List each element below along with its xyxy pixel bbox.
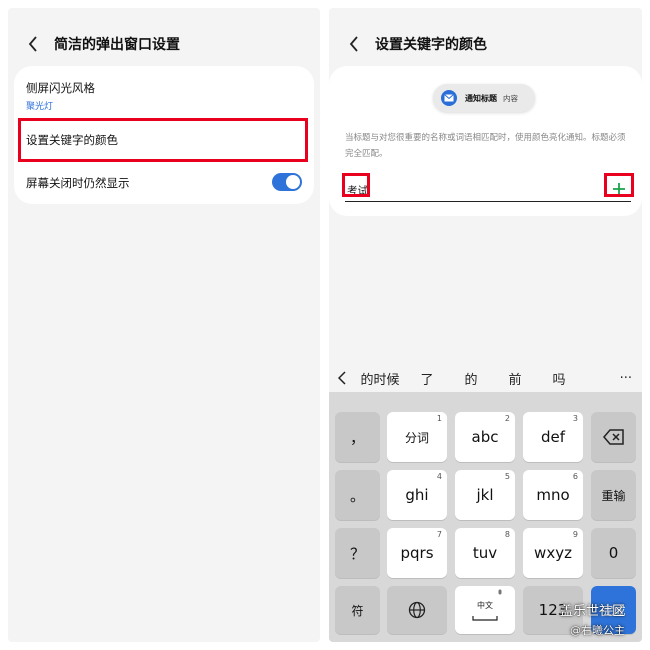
suggestion-item[interactable]: 前 [493, 369, 537, 388]
key-label: 0 [608, 544, 619, 562]
setting-edge-lighting-style[interactable]: 侧屏闪光风格 聚光灯 [26, 80, 302, 112]
suggestion-item[interactable]: 的 [449, 369, 493, 388]
key-9[interactable]: 9 wxyz [523, 528, 583, 578]
key-number: 5 [504, 472, 510, 481]
question-key[interactable]: ？ [335, 528, 380, 578]
key-label: 重输 [601, 488, 626, 503]
keyword-input[interactable]: 考试 [342, 173, 634, 202]
period-key[interactable]: 。 [335, 470, 380, 520]
key-number: 7 [436, 530, 442, 539]
key-1[interactable]: 1 分词 [387, 412, 447, 462]
page-title: 设置关键字的颜色 [375, 37, 487, 53]
key-label: abc [471, 428, 499, 446]
key-4[interactable]: 4 ghi [387, 470, 447, 520]
key-5[interactable]: 5 jkl [455, 470, 515, 520]
key-label: pqrs [400, 544, 434, 562]
highlight-box [604, 173, 634, 197]
preview-card: 通知标题 内容 当标题与对您很重要的名称或词语相匹配时，使用颜色亮化通知。标题必… [329, 66, 642, 216]
suggestion-item[interactable]: 吗 [537, 369, 581, 388]
highlight-box [18, 118, 308, 162]
suggestion-item[interactable]: 了 [405, 369, 449, 388]
backspace-key[interactable] [591, 412, 636, 462]
reinput-key[interactable]: 重输 [591, 470, 636, 520]
backspace-icon [602, 429, 624, 445]
symbols-key[interactable]: 符 [335, 586, 380, 634]
key-label: 中文 [477, 600, 493, 610]
space-key[interactable]: 中文 [455, 586, 515, 634]
highlight-box [342, 173, 370, 197]
key-label: ？ [349, 544, 365, 563]
left-screen: 简洁的弹出窗口设置 侧屏闪光风格 聚光灯 设置关键字的颜色 屏幕关闭时仍然显示 [8, 8, 320, 642]
setting-title: 侧屏闪光风格 [26, 81, 95, 95]
key-number: 3 [572, 414, 578, 423]
back-arrow-icon [28, 36, 37, 52]
key-label: tuv [472, 544, 498, 562]
microphone-icon [498, 589, 502, 595]
suggestion-back-button[interactable] [329, 371, 355, 385]
chevron-left-icon [338, 371, 346, 385]
key-number: 9 [572, 530, 578, 539]
watermark-author: @右曦公主 [570, 624, 625, 637]
notification-preview: 通知标题 内容 [433, 84, 535, 112]
space-icon [472, 615, 498, 621]
globe-icon [408, 601, 426, 619]
key-2[interactable]: 2 abc [455, 412, 515, 462]
key-label: 分词 [404, 430, 429, 445]
suggestion-bar: 的时候 了 的 前 吗 ··· [329, 366, 642, 390]
watermark-title: 盖乐世社区 [560, 604, 626, 619]
more-suggestions-button[interactable]: ··· [620, 371, 632, 386]
notification-title: 通知标题 [465, 93, 497, 103]
key-label: wxyz [534, 544, 572, 562]
key-label: mno [536, 486, 570, 504]
description-text: 当标题与对您很重要的名称或词语相匹配时，使用颜色亮化通知。标题必须完全匹配。 [345, 133, 626, 159]
key-0[interactable]: 0 [591, 528, 636, 578]
toggle-knob [286, 175, 300, 189]
key-3[interactable]: 3 def [523, 412, 583, 462]
key-number: 1 [436, 414, 442, 423]
key-label: ghi [405, 486, 429, 504]
settings-card: 侧屏闪光风格 聚光灯 设置关键字的颜色 屏幕关闭时仍然显示 [14, 66, 314, 204]
page-title: 简洁的弹出窗口设置 [54, 37, 180, 53]
header: 设置关键字的颜色 [343, 30, 487, 58]
key-number: 4 [436, 472, 442, 481]
back-button[interactable] [22, 33, 44, 55]
comma-key[interactable]: ， [335, 412, 380, 462]
key-7[interactable]: 7 pqrs [387, 528, 447, 578]
suggestion-item[interactable]: 的时候 [355, 369, 405, 388]
setting-title: 屏幕关闭时仍然显示 [26, 176, 130, 190]
key-label: def [540, 428, 566, 446]
setting-show-screen-off[interactable]: 屏幕关闭时仍然显示 [26, 175, 302, 191]
header: 简洁的弹出窗口设置 [22, 30, 180, 58]
key-label: 符 [351, 603, 364, 618]
right-screen: 设置关键字的颜色 通知标题 内容 当标题与对您很重要的名称或词语相匹配时，使用颜… [329, 8, 642, 642]
back-button[interactable] [343, 33, 365, 55]
show-screen-off-toggle[interactable] [272, 173, 302, 191]
key-number: 6 [572, 472, 578, 481]
setting-value: 聚光灯 [26, 102, 54, 112]
key-label: jkl [476, 486, 494, 504]
key-label: 。 [349, 486, 365, 505]
mail-icon [441, 90, 457, 106]
key-number: 2 [504, 414, 510, 423]
key-8[interactable]: 8 tuv [455, 528, 515, 578]
language-key[interactable] [387, 586, 447, 634]
back-arrow-icon [349, 36, 358, 52]
notification-content: 内容 [503, 93, 518, 103]
key-6[interactable]: 6 mno [523, 470, 583, 520]
key-number: 8 [504, 530, 510, 539]
key-label: ， [349, 428, 365, 447]
